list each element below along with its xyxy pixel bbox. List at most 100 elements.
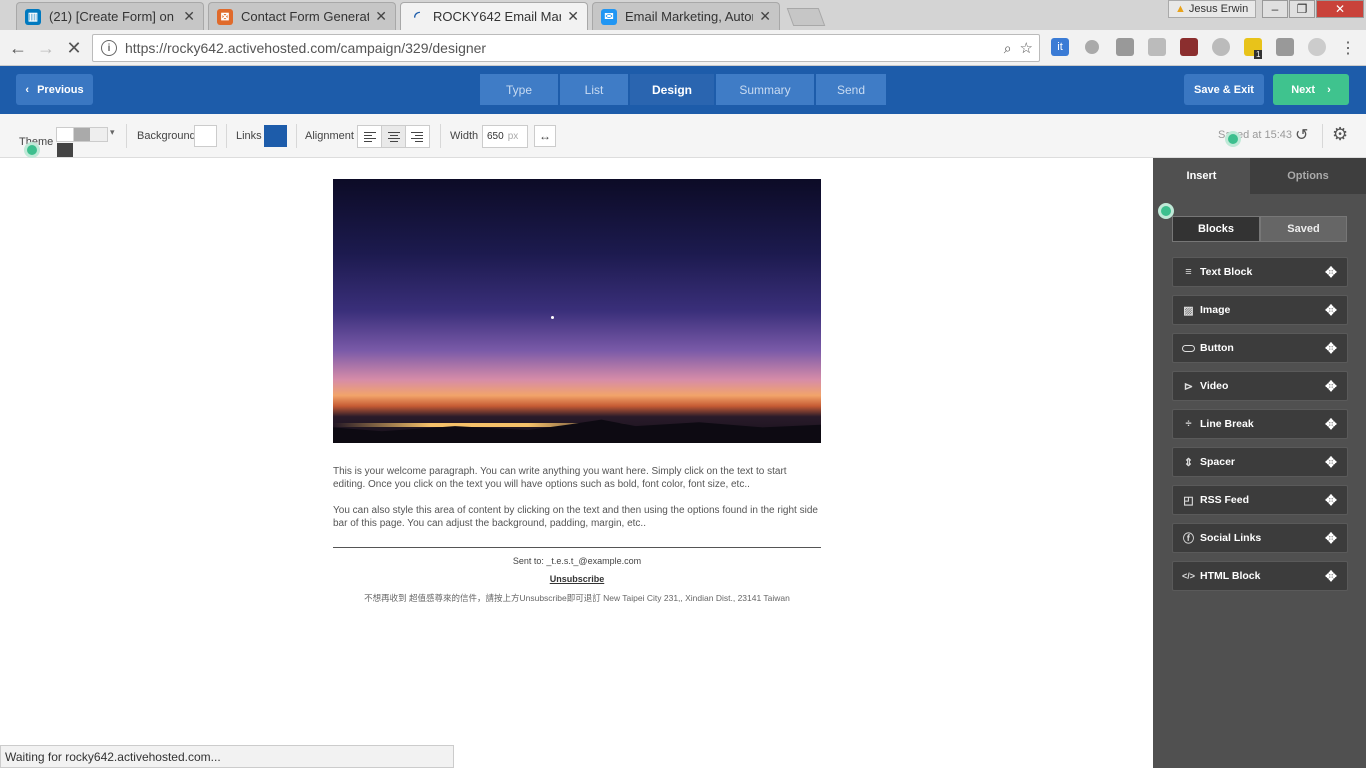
block-spacer[interactable]: ⇕ Spacer ✥	[1172, 447, 1348, 477]
loading-icon: ◜	[414, 8, 420, 24]
minimize-button[interactable]: –	[1262, 0, 1288, 18]
tab-title: ROCKY642 Email Marketi	[433, 9, 562, 24]
width-input[interactable]: 650 px	[482, 125, 528, 148]
extension-icon[interactable]	[1308, 38, 1326, 56]
browser-status-bar: Waiting for rocky642.activehosted.com...	[0, 745, 454, 768]
new-tab-button[interactable]	[786, 8, 826, 26]
move-icon[interactable]: ✥	[1323, 378, 1339, 395]
back-arrow-icon[interactable]: ←	[6, 36, 30, 60]
background-color-swatch[interactable]	[194, 125, 217, 147]
divider	[1322, 124, 1323, 148]
hotspot-marker[interactable]	[1158, 203, 1174, 219]
move-icon[interactable]: ✥	[1323, 264, 1339, 281]
next-button[interactable]: Next ›	[1273, 74, 1349, 105]
star	[551, 316, 554, 319]
extension-icon[interactable]: it	[1051, 38, 1069, 56]
theme-picker[interactable]	[56, 127, 108, 142]
segment-blocks[interactable]: Blocks	[1172, 216, 1260, 242]
code-icon: </>	[1181, 571, 1195, 581]
tab-options[interactable]: Options	[1250, 158, 1366, 194]
browser-tab-contact-form[interactable]: ⊠ Contact Form Generator ✕	[208, 2, 396, 30]
close-tab-icon[interactable]: ✕	[759, 8, 771, 25]
align-left-button[interactable]	[357, 125, 382, 148]
address-bar[interactable]: i https://rocky642.activehosted.com/camp…	[92, 34, 1040, 62]
block-label: Video	[1200, 380, 1229, 392]
zoom-icon[interactable]: ⌕	[1004, 40, 1012, 57]
step-type[interactable]: Type	[480, 74, 558, 105]
extension-icon[interactable]: 1	[1244, 38, 1263, 59]
move-icon[interactable]: ✥	[1323, 302, 1339, 319]
align-center-button[interactable]	[381, 125, 406, 148]
save-exit-button[interactable]: Save & Exit	[1184, 74, 1264, 105]
segment-saved[interactable]: Saved	[1260, 216, 1347, 242]
chevron-down-icon[interactable]: ▾	[110, 127, 115, 138]
previous-button[interactable]: ‹ Previous	[16, 74, 93, 105]
maximize-button[interactable]: ❐	[1289, 0, 1315, 18]
block-label: Text Block	[1200, 266, 1253, 278]
browser-toolbar: ← → ✕ i https://rocky642.activehosted.co…	[0, 30, 1366, 66]
step-list[interactable]: List	[560, 74, 628, 105]
browser-tab-trello[interactable]: ▥ (21) [Create Form] on Se ✕	[16, 2, 204, 30]
unsubscribe-link[interactable]: Unsubscribe	[550, 574, 605, 584]
hotspot-marker[interactable]	[24, 142, 40, 158]
tab-title: (21) [Create Form] on Se	[49, 9, 177, 24]
theme-swatch-dark[interactable]	[57, 143, 73, 157]
step-design[interactable]: Design	[630, 74, 714, 105]
style-paragraph[interactable]: You can also style this area of content …	[333, 504, 821, 530]
tab-insert[interactable]: Insert	[1153, 158, 1250, 194]
extension-icon[interactable]	[1212, 38, 1230, 56]
block-line-break[interactable]: ÷ Line Break ✥	[1172, 409, 1348, 439]
hero-image[interactable]	[333, 179, 821, 443]
full-width-toggle-icon[interactable]: ↔	[534, 125, 556, 147]
step-send[interactable]: Send	[816, 74, 886, 105]
close-tab-icon[interactable]: ✕	[375, 8, 387, 25]
move-icon[interactable]: ✥	[1323, 340, 1339, 357]
extension-icon[interactable]	[1276, 38, 1294, 56]
width-value: 650	[487, 131, 504, 142]
profile-name: Jesus Erwin	[1188, 3, 1249, 15]
extension-icon[interactable]	[1148, 38, 1166, 56]
profile-button[interactable]: ▲ Jesus Erwin	[1168, 0, 1256, 18]
move-icon[interactable]: ✥	[1323, 416, 1339, 433]
menu-kebab-icon[interactable]: ⋮	[1336, 36, 1360, 60]
move-icon[interactable]: ✥	[1323, 454, 1339, 471]
browser-tab-rocky642[interactable]: ◜ ROCKY642 Email Marketi ✕	[400, 2, 588, 30]
campaign-header: ‹ Previous Type List Design Summary Send…	[0, 66, 1366, 114]
move-icon[interactable]: ✥	[1323, 530, 1339, 547]
stop-loading-icon[interactable]: ✕	[62, 36, 86, 60]
social-icon: ⓕ	[1183, 533, 1194, 545]
play-icon: ⊳	[1183, 380, 1194, 393]
welcome-paragraph[interactable]: This is your welcome paragraph. You can …	[333, 465, 821, 491]
info-icon[interactable]: i	[101, 40, 117, 56]
move-icon[interactable]: ✥	[1323, 568, 1339, 585]
browser-tab-email-marketing[interactable]: ✉ Email Marketing, Autore ✕	[592, 2, 780, 30]
gear-icon[interactable]: ⚙	[1332, 124, 1348, 145]
design-toolbar: Theme ▾ Background Links Alignment Width…	[0, 114, 1366, 158]
move-icon[interactable]: ✥	[1323, 492, 1339, 509]
links-color-swatch[interactable]	[264, 125, 287, 147]
step-summary[interactable]: Summary	[716, 74, 814, 105]
block-label: RSS Feed	[1200, 494, 1250, 506]
align-right-button[interactable]	[405, 125, 430, 148]
rss-icon: ◰	[1183, 494, 1194, 507]
block-image[interactable]: ▨ Image ✥	[1172, 295, 1348, 325]
step-label: Type	[505, 82, 532, 97]
block-text[interactable]: ≡ Text Block ✥	[1172, 257, 1348, 287]
close-tab-icon[interactable]: ✕	[567, 8, 579, 25]
block-html[interactable]: </> HTML Block ✥	[1172, 561, 1348, 591]
forward-arrow-icon[interactable]: →	[34, 36, 58, 60]
block-rss-feed[interactable]: ◰ RSS Feed ✥	[1172, 485, 1348, 515]
hotspot-marker[interactable]	[1225, 131, 1241, 147]
bookmark-star-icon[interactable]: ☆	[1020, 39, 1033, 57]
url-text: https://rocky642.activehosted.com/campai…	[125, 40, 487, 56]
block-video[interactable]: ⊳ Video ✥	[1172, 371, 1348, 401]
block-button[interactable]: Button ✥	[1172, 333, 1348, 363]
block-social-links[interactable]: ⓕ Social Links ✥	[1172, 523, 1348, 553]
block-label: Image	[1200, 304, 1231, 316]
extension-icon[interactable]	[1085, 40, 1099, 54]
extension-icon[interactable]	[1116, 38, 1134, 56]
extension-icon[interactable]	[1180, 38, 1198, 56]
close-window-button[interactable]: ✕	[1316, 0, 1364, 18]
history-icon[interactable]: ↺	[1295, 125, 1308, 145]
close-tab-icon[interactable]: ✕	[183, 8, 195, 25]
